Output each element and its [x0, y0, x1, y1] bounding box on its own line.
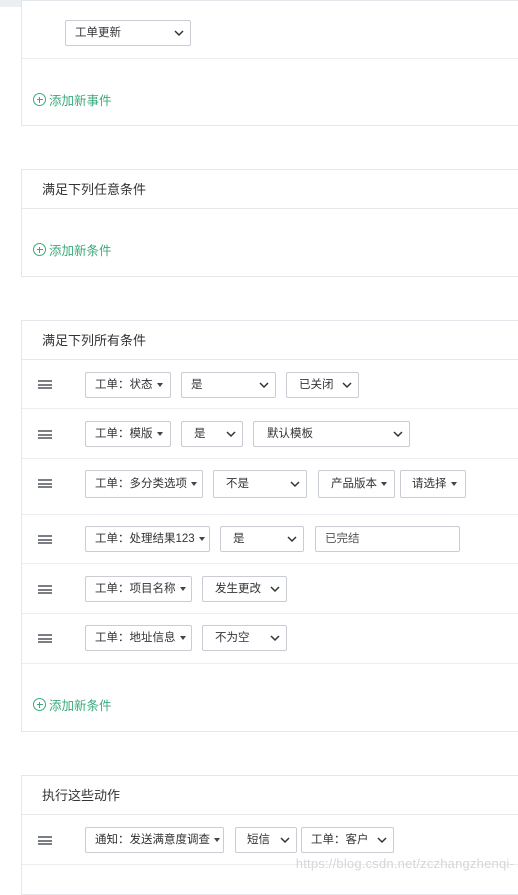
operator-value: 发生更改 [215, 583, 261, 595]
sub-value-dropdown[interactable]: 请选择 [400, 470, 466, 498]
operator-select[interactable]: 是 [181, 421, 243, 447]
operator-select[interactable]: 是 [220, 526, 304, 552]
field-label: 工单：模版 [95, 428, 153, 440]
target-select[interactable]: 工单：客户 [301, 827, 394, 853]
field-label: 工单：项目名称 [95, 583, 176, 595]
field-dropdown[interactable]: 工单：处理结果123 [85, 526, 210, 552]
field-dropdown[interactable]: 工单：地址信息 [85, 625, 192, 651]
operator-value: 是 [191, 379, 203, 391]
target-value: 工单：客户 [311, 834, 369, 846]
operator-select[interactable]: 不为空 [202, 625, 287, 651]
chevron-down-icon [174, 29, 184, 37]
action-label: 通知：发送满意度调查 [95, 834, 210, 846]
value-select[interactable]: 默认模板 [253, 421, 410, 447]
channel-value: 短信 [247, 834, 270, 846]
condition-row: 工单：状态 是 已关闭 [22, 360, 518, 409]
operator-select[interactable]: 发生更改 [202, 576, 287, 602]
caret-down-icon [214, 837, 220, 842]
condition-row: 工单：地址信息 不为空 [22, 614, 518, 664]
drag-handle-icon[interactable] [38, 430, 52, 439]
divider [22, 58, 518, 59]
add-all-condition-link[interactable]: 添加新条件 [33, 695, 112, 714]
field-dropdown[interactable]: 工单：模版 [85, 421, 171, 447]
drag-handle-icon[interactable] [38, 585, 52, 594]
action-dropdown[interactable]: 通知：发送满意度调查 [85, 827, 224, 853]
caret-down-icon [179, 586, 186, 591]
chevron-down-icon [270, 634, 280, 642]
condition-row: 工单：多分类选项 不是 产品版本 请选择 [22, 459, 518, 515]
caret-down-icon [156, 382, 163, 387]
watermark-text: https://blog.csdn.net/zczhangzhenqi- [295, 856, 514, 871]
all-conditions-card: 满足下列所有条件 工单：状态 是 已关闭 工单：模版 是 默认模板 工单：多分类… [21, 320, 518, 732]
field-label: 工单：处理结果123 [95, 533, 195, 545]
caret-down-icon [191, 481, 197, 486]
plus-circle-icon [33, 243, 46, 256]
value-text: 已关闭 [299, 379, 334, 391]
all-conditions-title: 满足下列所有条件 [22, 321, 518, 360]
events-card: 工单更新 添加新事件 [21, 0, 518, 126]
value-select[interactable]: 已关闭 [286, 372, 359, 398]
value-dropdown[interactable]: 产品版本 [318, 470, 395, 498]
caret-down-icon [450, 481, 457, 486]
field-dropdown[interactable]: 工单：状态 [85, 372, 171, 398]
add-event-label: 添加新事件 [49, 94, 112, 108]
plus-circle-icon [33, 93, 46, 106]
add-condition-label: 添加新条件 [49, 244, 112, 258]
chevron-down-icon [290, 480, 300, 488]
chevron-down-icon [287, 535, 297, 543]
any-conditions-title: 满足下列任意条件 [22, 170, 518, 209]
actions-title: 执行这些动作 [22, 776, 518, 815]
operator-value: 是 [233, 533, 245, 545]
condition-row: 工单：处理结果123 是 已完结 [22, 515, 518, 564]
drag-handle-icon[interactable] [38, 535, 52, 544]
field-label: 工单：地址信息 [95, 632, 176, 644]
drag-handle-icon[interactable] [38, 634, 52, 643]
sub-value-text: 请选择 [412, 478, 447, 490]
operator-value: 不是 [226, 478, 249, 490]
field-label: 工单：状态 [95, 379, 153, 391]
drag-handle-icon[interactable] [38, 836, 52, 845]
operator-select[interactable]: 是 [181, 372, 276, 398]
value-text: 默认模板 [267, 428, 313, 440]
operator-value: 是 [194, 428, 206, 440]
chevron-down-icon [377, 836, 387, 844]
chevron-down-icon [280, 836, 290, 844]
event-select-value: 工单更新 [75, 27, 121, 39]
value-text: 产品版本 [331, 478, 377, 490]
operator-select[interactable]: 不是 [213, 470, 307, 498]
chevron-down-icon [270, 585, 280, 593]
condition-row: 工单：项目名称 发生更改 [22, 564, 518, 614]
caret-down-icon [381, 481, 387, 486]
caret-down-icon [198, 536, 205, 541]
add-event-link[interactable]: 添加新事件 [33, 90, 112, 109]
add-condition-label: 添加新条件 [49, 699, 112, 713]
value-input[interactable]: 已完结 [315, 526, 460, 552]
channel-select[interactable]: 短信 [235, 827, 297, 853]
chevron-down-icon [393, 430, 403, 438]
field-label: 工单：多分类选项 [95, 478, 187, 490]
caret-down-icon [156, 431, 163, 436]
field-dropdown[interactable]: 工单：项目名称 [85, 576, 192, 602]
field-dropdown[interactable]: 工单：多分类选项 [85, 470, 203, 498]
chevron-down-icon [259, 381, 269, 389]
plus-circle-icon [33, 698, 46, 711]
operator-value: 不为空 [215, 632, 250, 644]
chevron-down-icon [342, 381, 352, 389]
drag-handle-icon[interactable] [38, 380, 52, 389]
event-select[interactable]: 工单更新 [65, 20, 191, 46]
condition-row: 工单：模版 是 默认模板 [22, 409, 518, 459]
add-any-condition-link[interactable]: 添加新条件 [33, 240, 112, 259]
caret-down-icon [179, 635, 186, 640]
chevron-down-icon [226, 430, 236, 438]
drag-handle-icon[interactable] [38, 479, 52, 488]
value-text: 已完结 [325, 533, 360, 545]
any-conditions-card: 满足下列任意条件 添加新条件 [21, 169, 518, 277]
actions-card: 执行这些动作 通知：发送满意度调查 短信 工单：客户 [21, 775, 518, 895]
